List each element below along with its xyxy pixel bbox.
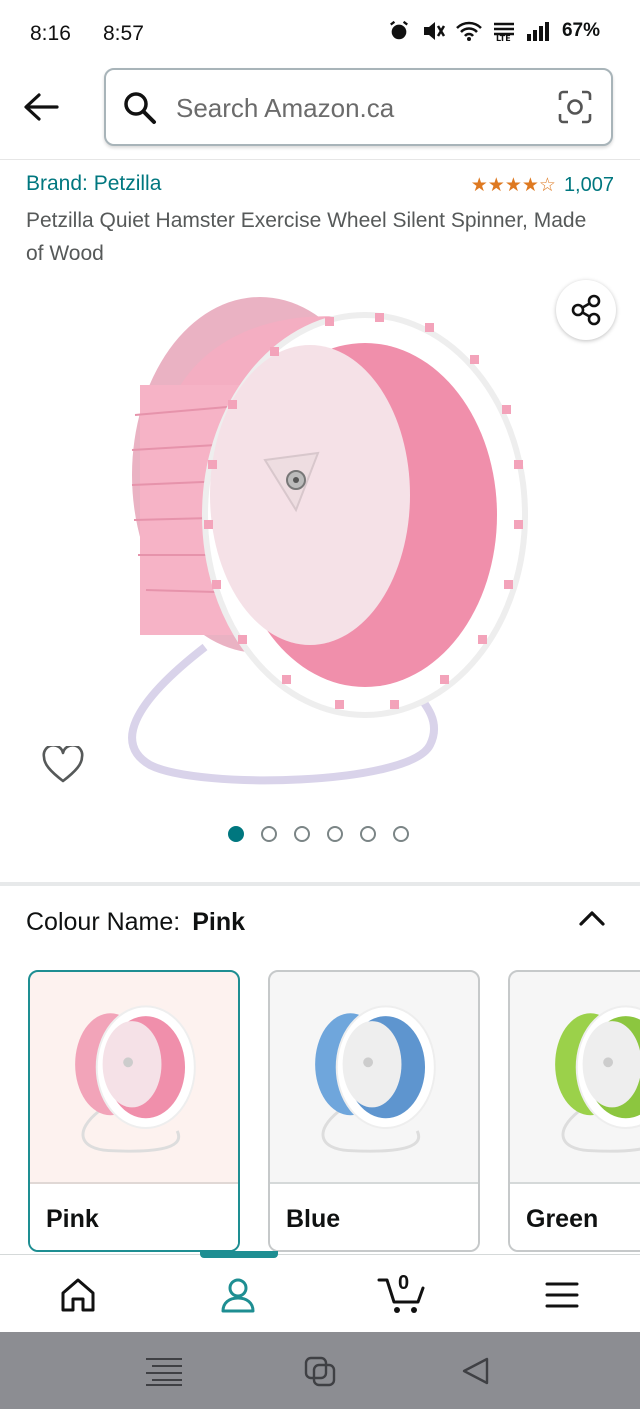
swatch-thumbnail <box>75 1005 196 1153</box>
status-time-secondary: 8:57 <box>103 22 144 45</box>
swatch-thumbnail <box>315 1005 436 1153</box>
signal-icon <box>526 22 549 41</box>
nav-account[interactable] <box>214 1273 262 1317</box>
colour-selected-value: Pink <box>192 908 246 936</box>
back-button[interactable] <box>22 88 60 126</box>
recent-apps-icon <box>146 1358 182 1386</box>
hamburger-menu-icon <box>545 1282 579 1308</box>
rating-count[interactable]: 1,007 <box>564 174 614 197</box>
section-divider <box>0 882 640 886</box>
wishlist-button[interactable] <box>40 742 86 788</box>
carousel-dot[interactable] <box>360 826 376 842</box>
carousel-dot[interactable] <box>294 826 310 842</box>
back-system-button[interactable] <box>456 1354 496 1388</box>
nav-menu[interactable] <box>538 1273 586 1317</box>
colour-name-row: Colour Name: Pink <box>26 908 245 937</box>
back-arrow-icon <box>24 93 59 121</box>
swatch-green[interactable]: Green <box>508 970 640 1252</box>
swatch-blue[interactable]: Blue <box>268 970 480 1252</box>
overview-icon <box>304 1356 336 1387</box>
nav-home[interactable] <box>54 1273 102 1317</box>
carousel-dot[interactable] <box>327 826 343 842</box>
bottom-navigation: 0 <box>0 1251 640 1332</box>
carousel-dot[interactable] <box>228 826 244 842</box>
image-carousel-dots <box>228 826 409 842</box>
mobile-data-icon: LTE <box>493 22 514 42</box>
colour-swatch-list: Pink Blue Green <box>26 968 640 1254</box>
collapse-button[interactable] <box>574 900 610 936</box>
star-rating: ★★★★☆ <box>470 175 556 196</box>
product-image[interactable] <box>110 275 530 785</box>
battery-level: 67% <box>561 20 600 41</box>
share-button[interactable] <box>556 280 616 340</box>
product-title: Petzilla Quiet Hamster Exercise Wheel Si… <box>26 209 587 265</box>
person-icon <box>221 1278 255 1313</box>
brand-link[interactable]: Brand: Petzilla <box>26 172 161 196</box>
status-bar: 8:16 8:57 LTE 67% <box>0 0 640 66</box>
svg-text:LTE: LTE <box>496 34 511 42</box>
search-header <box>0 66 640 160</box>
search-bar[interactable] <box>104 68 613 146</box>
recent-apps-button[interactable] <box>144 1354 184 1388</box>
back-triangle-icon <box>462 1357 489 1385</box>
share-icon <box>571 294 601 326</box>
swatch-label: Blue <box>270 1182 478 1250</box>
home-system-button[interactable] <box>300 1354 340 1388</box>
camera-search-icon[interactable] <box>557 89 593 125</box>
swatch-thumbnail <box>555 1005 640 1153</box>
search-input[interactable] <box>176 88 546 128</box>
status-icons: LTE 67% <box>388 20 600 42</box>
search-icon <box>124 92 156 124</box>
status-time-primary: 8:16 <box>30 22 71 45</box>
mute-icon <box>423 22 446 40</box>
swatch-label: Green <box>510 1182 640 1250</box>
heart-icon <box>42 746 84 783</box>
swatch-label: Pink <box>30 1182 238 1250</box>
rating-summary[interactable]: ★★★★☆ 1,007 <box>471 174 614 197</box>
home-icon <box>61 1278 95 1312</box>
colour-label: Colour Name: <box>26 908 181 936</box>
nav-cart[interactable]: 0 <box>376 1272 428 1317</box>
system-navigation-bar <box>0 1332 640 1409</box>
carousel-dot[interactable] <box>393 826 409 842</box>
swatch-pink[interactable]: Pink <box>28 970 240 1252</box>
nav-active-indicator <box>200 1251 278 1258</box>
chevron-up-icon <box>579 911 605 926</box>
carousel-dot[interactable] <box>261 826 277 842</box>
wifi-icon <box>456 21 482 41</box>
cart-count: 0 <box>398 1272 410 1294</box>
alarm-icon <box>390 20 408 40</box>
